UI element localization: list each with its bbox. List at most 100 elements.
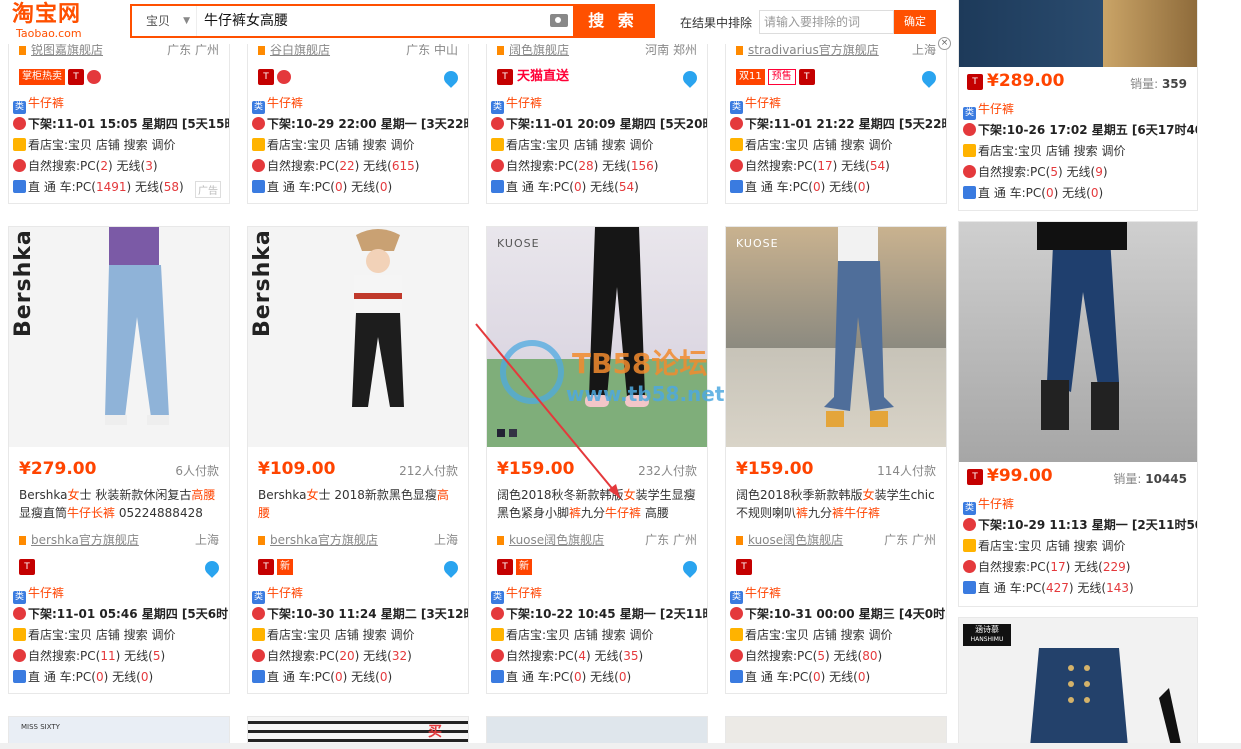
search-stat-icon <box>491 159 504 172</box>
product-card[interactable]: stradivarius官方旗舰店 上海 双11 预售 T 类牛仔裤 下架:11-0… <box>725 30 947 204</box>
wireless-through-count: 0 <box>379 670 388 684</box>
drop-icon[interactable] <box>919 68 939 88</box>
offline-time-row: 下架:11-01 21:22 星期四 [5天22时0分] <box>730 116 946 132</box>
through-train-row: 直 通 车:PC(0) 无线(0) <box>13 669 153 685</box>
product-card[interactable]: Bershka ¥109.00 212人付款 Bershka女士 2018新款黑… <box>247 226 469 694</box>
drop-icon[interactable] <box>680 558 700 578</box>
offline-time-row: 下架:10-30 11:24 星期二 [3天12时2分] <box>252 606 468 622</box>
brand-logo: 涵诗慕 HANSHIMU <box>963 624 1011 646</box>
natural-search-row: 自然搜索:PC(5) 无线(80) <box>730 648 882 664</box>
tmall-icon: T <box>497 69 513 85</box>
camera-icon[interactable] <box>550 14 568 27</box>
category-link[interactable]: 牛仔裤 <box>978 497 1014 511</box>
product-card[interactable]: 涵诗慕 HANSHIMU <box>958 617 1198 749</box>
search-type-label: 宝贝 <box>146 14 171 28</box>
exclude-confirm-button[interactable]: 确定 <box>894 10 936 34</box>
wireless-label: 无线 <box>124 649 149 663</box>
category-icon: 类 <box>730 591 743 604</box>
title-highlight: 牛仔 <box>67 506 92 520</box>
natural-search-row: 自然搜索:PC(17) 无线(229) <box>963 559 1130 575</box>
pc-search-count: 17 <box>1050 560 1066 574</box>
category-link[interactable]: 牛仔裤 <box>506 586 542 600</box>
tools-row: 看店宝:宝贝 店铺 搜索 调价 <box>963 143 1126 159</box>
pc-through-count: 0 <box>812 670 821 684</box>
product-title[interactable]: 阔色2018秋季新款韩版女装学生chic 不规则喇叭裤九分裤牛仔裤 <box>736 486 936 522</box>
check-icon <box>252 138 265 151</box>
product-card[interactable]: 谷白旗舰店 广东 中山 T 类牛仔裤 下架:10-29 22:00 星期一 [3… <box>247 30 469 204</box>
tools-links[interactable]: 看店宝:宝贝 店铺 搜索 调价 <box>978 144 1126 158</box>
badges: T 天猫直送 <box>497 69 569 85</box>
product-card[interactable]: Bershka ¥279.00 6人付款 Bershka女士 秋装新款休闲复古高… <box>8 226 230 694</box>
tools-links[interactable]: 看店宝:宝贝 店铺 搜索 调价 <box>978 539 1126 553</box>
pc-through-count: 0 <box>573 180 582 194</box>
drop-icon[interactable] <box>441 68 461 88</box>
wireless-search-count: 80 <box>862 649 878 663</box>
product-image[interactable]: Bershka <box>248 227 468 447</box>
product-title[interactable]: Bershka女士 2018新款黑色显瘦高腰牛仔紧身裤铅笔裤 052141118… <box>258 486 458 522</box>
drop-icon[interactable] <box>680 68 700 88</box>
product-image[interactable]: 涵诗慕 HANSHIMU <box>959 618 1197 749</box>
search-stat-icon <box>963 560 976 573</box>
tools-links[interactable]: 看店宝:宝贝 店铺 搜索 调价 <box>745 628 893 642</box>
natural-search-row: 自然搜索:PC(17) 无线(54) <box>730 158 890 174</box>
offline-time: 下架:10-29 22:00 星期一 [3天22时37分] <box>267 117 468 131</box>
model-figure <box>352 229 404 407</box>
through-train-row: 直 通 车:PC(0) 无线(0) <box>730 179 870 195</box>
title-text: Bershka <box>19 488 68 502</box>
drop-icon[interactable] <box>441 558 461 578</box>
product-image[interactable] <box>959 222 1197 462</box>
product-card[interactable]: T ¥289.00 销量: 359 类牛仔裤 下架:10-26 17:02 星期… <box>958 0 1198 211</box>
wireless-through-count: 0 <box>857 180 866 194</box>
search-button[interactable]: 搜 索 <box>573 6 653 36</box>
shop-link[interactable]: bershka官方旗舰店 <box>19 531 139 548</box>
wireless-label: 无线 <box>363 649 388 663</box>
category-link[interactable]: 牛仔裤 <box>506 96 542 110</box>
exclude-input[interactable]: 请输入要排除的词 <box>759 10 894 34</box>
flower-icon <box>87 70 101 84</box>
badges: T新 <box>497 559 532 575</box>
drop-icon[interactable] <box>202 558 222 578</box>
wireless-label: 无线 <box>1077 581 1102 595</box>
product-card[interactable]: T ¥99.00 销量: 10445 类牛仔裤 下架:10-29 11:13 星… <box>958 221 1198 607</box>
search-stat-icon <box>13 649 26 662</box>
search-input[interactable]: 牛仔裤女高腰 <box>204 6 534 36</box>
tools-links[interactable]: 看店宝:宝贝 店铺 搜索 调价 <box>28 138 176 152</box>
shop-link[interactable]: bershka官方旗舰店 <box>258 531 378 548</box>
search-type-select[interactable]: 宝贝 ▼ <box>132 6 197 36</box>
tmall-icon: T <box>967 74 983 90</box>
natural-search-label: 自然搜索:PC <box>506 649 574 663</box>
product-image[interactable] <box>959 0 1197 67</box>
product-image[interactable]: Bershka <box>9 227 229 447</box>
offline-time: 下架:11-01 20:09 星期四 [5天20时47分] <box>506 117 707 131</box>
product-title[interactable]: Bershka女士 秋装新款休闲复古高腰 显瘦直筒牛仔长裤 05224888428 <box>19 486 219 522</box>
category-link[interactable]: 牛仔裤 <box>745 586 781 600</box>
close-icon[interactable]: × <box>938 37 951 50</box>
product-card[interactable]: 阔色旗舰店 河南 郑州 T 天猫直送 类牛仔裤 下架:11-01 20:09 星期… <box>486 30 708 204</box>
shop-link[interactable]: kuose阔色旗舰店 <box>736 531 843 548</box>
taobao-logo[interactable]: 淘宝网 Taobao.com <box>12 2 122 42</box>
tools-links[interactable]: 看店宝:宝贝 店铺 搜索 调价 <box>745 138 893 152</box>
category-link[interactable]: 牛仔裤 <box>978 102 1014 116</box>
title-highlight: 女 <box>306 488 319 502</box>
product-card[interactable]: KUOSE ¥159.00 114人付款 阔色2018秋季新款韩版女装学生chi… <box>725 226 947 694</box>
category-link[interactable]: 牛仔裤 <box>28 586 64 600</box>
tools-links[interactable]: 看店宝:宝贝 店铺 搜索 调价 <box>267 138 415 152</box>
tools-links[interactable]: 看店宝:宝贝 店铺 搜索 调价 <box>506 628 654 642</box>
category-link[interactable]: 牛仔裤 <box>28 96 64 110</box>
category-link[interactable]: 牛仔裤 <box>267 96 303 110</box>
natural-search-row: 自然搜索:PC(20) 无线(32) <box>252 648 412 664</box>
offline-time-row: 下架:11-01 15:05 星期四 [5天15时42分] <box>13 116 229 132</box>
category-row: 类牛仔裤 <box>491 585 542 604</box>
tools-links[interactable]: 看店宝:宝贝 店铺 搜索 调价 <box>506 138 654 152</box>
category-link[interactable]: 牛仔裤 <box>267 586 303 600</box>
shop-link[interactable]: kuose阔色旗舰店 <box>497 531 604 548</box>
tools-links[interactable]: 看店宝:宝贝 店铺 搜索 调价 <box>267 628 415 642</box>
tools-links[interactable]: 看店宝:宝贝 店铺 搜索 调价 <box>28 628 176 642</box>
clock-icon <box>963 518 976 531</box>
product-image[interactable]: KUOSE <box>726 227 946 447</box>
product-card[interactable]: 锐图嘉旗舰店 广东 广州 掌柜热卖 T 类牛仔裤 下架:11-01 15:05 星… <box>8 30 230 204</box>
horizontal-scrollbar[interactable] <box>0 743 1241 749</box>
logo-en: Taobao.com <box>16 27 82 40</box>
category-link[interactable]: 牛仔裤 <box>745 96 781 110</box>
tools-row: 看店宝:宝贝 店铺 搜索 调价 <box>730 627 893 643</box>
